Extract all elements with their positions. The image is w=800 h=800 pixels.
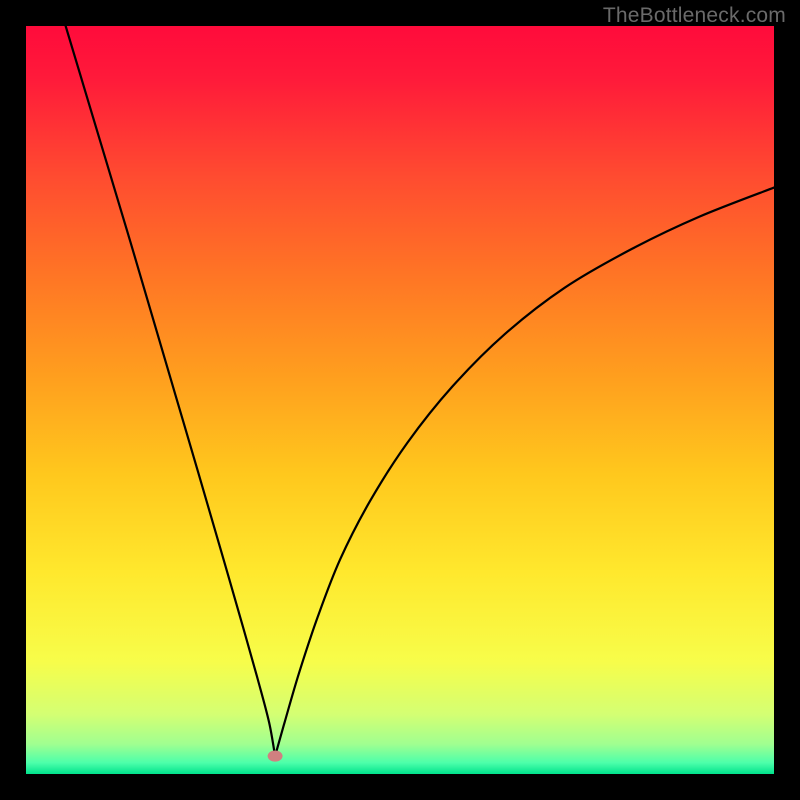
plot-area <box>26 26 774 774</box>
chart-stage: TheBottleneck.com <box>0 0 800 800</box>
minimum-marker-dot <box>268 750 283 761</box>
watermark-text: TheBottleneck.com <box>603 4 786 28</box>
chart-svg <box>0 0 800 800</box>
